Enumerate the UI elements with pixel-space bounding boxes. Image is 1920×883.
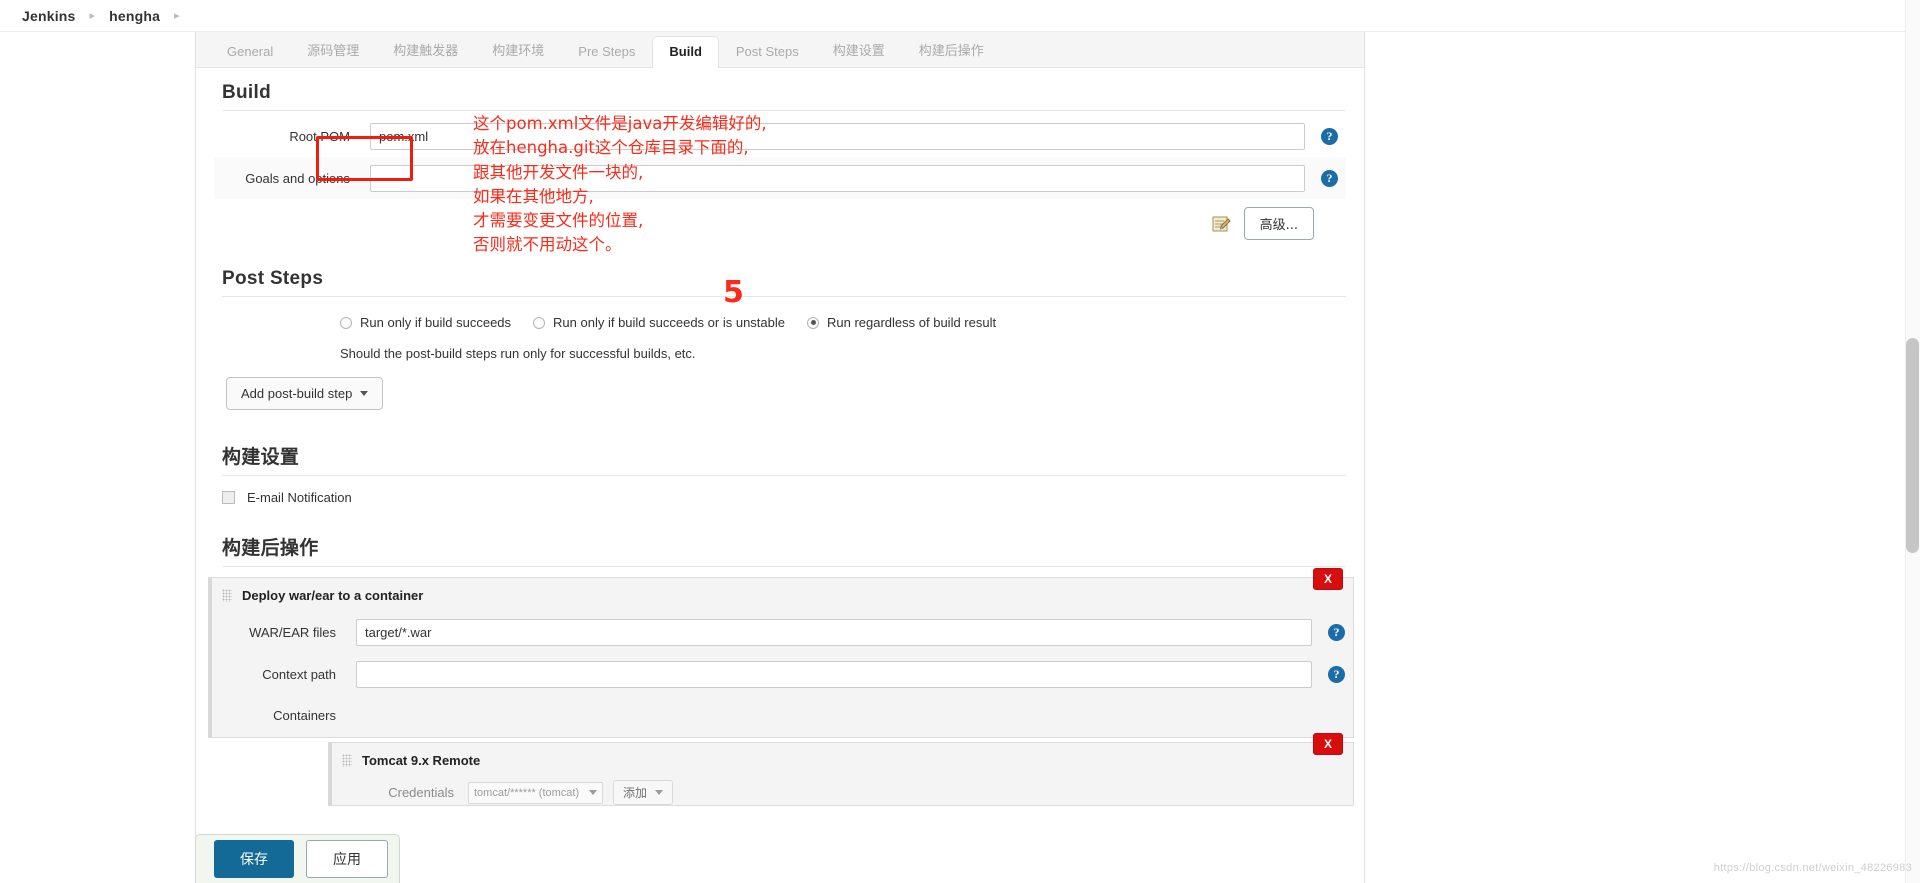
radio-label-0: Run only if build succeeds: [360, 315, 512, 330]
breadcrumb-separator-icon-2: ▸: [174, 10, 180, 22]
advanced-button[interactable]: 高级...: [1243, 207, 1314, 240]
breadcrumb: Jenkins ▸ hengha ▸: [0, 0, 1920, 32]
context-path-help-icon[interactable]: ?: [1328, 665, 1345, 683]
post-steps-section: Post Steps Run only if build succeeds Run…: [196, 254, 1364, 432]
deploy-panel-wrap: X Deploy war/ear to a container WAR/EAR …: [196, 568, 1364, 738]
credentials-select[interactable]: tomcat/****** (tomcat): [468, 781, 603, 804]
tab-build[interactable]: Build: [652, 36, 719, 68]
tab-构建环境[interactable]: 构建环境: [475, 32, 561, 68]
credentials-value: tomcat/****** (tomcat): [474, 786, 580, 799]
delete-deploy-step-button[interactable]: X: [1312, 568, 1343, 590]
deploy-panel: X Deploy war/ear to a container WAR/EAR …: [208, 568, 1354, 738]
advanced-row: 高级...: [214, 199, 1346, 254]
config-page: General 源码管理 构建触发器 构建环境 Pre Steps Build Post S…: [0, 32, 1920, 883]
root-pom-row: Root POM ?: [214, 115, 1346, 157]
post-steps-radio-item-2[interactable]: Run regardless of build result: [807, 315, 996, 330]
root-pom-label: Root POM: [289, 128, 350, 144]
post-build-actions-section: 构建后操作: [196, 523, 1364, 567]
containers-label: Containers: [273, 707, 336, 723]
containers-row: Containers: [212, 695, 1353, 737]
drag-handle-icon-container[interactable]: [342, 754, 352, 767]
build-heading: Build: [222, 82, 271, 103]
war-files-label: WAR/EAR files: [249, 624, 336, 640]
context-path-input[interactable]: [356, 660, 1312, 688]
delete-container-button[interactable]: X: [1312, 733, 1343, 755]
context-path-label: Context path: [262, 666, 336, 682]
build-settings-heading: 构建设置: [222, 446, 300, 468]
post-steps-divider: [222, 296, 1346, 297]
credentials-label: Credentials: [388, 785, 454, 800]
war-files-row: WAR/EAR files ?: [212, 611, 1353, 653]
build-settings-divider: [222, 475, 1346, 476]
radio-label-2: Run regardless of build result: [827, 315, 997, 330]
build-section: Build Root POM ? Goals and options ?: [196, 68, 1364, 254]
tab-构建触发器[interactable]: 构建触发器: [376, 32, 475, 68]
add-credentials-button[interactable]: 添加: [613, 780, 674, 805]
credentials-row: Credentials tomcat/****** (tomcat) 添加: [332, 776, 1353, 805]
tab-构建设置[interactable]: 构建设置: [816, 32, 902, 68]
tab-general[interactable]: General: [210, 36, 290, 68]
email-notification-label: E-mail Notification: [247, 490, 352, 505]
apply-button[interactable]: 应用: [306, 840, 388, 878]
tab-源码管理[interactable]: 源码管理: [290, 32, 376, 68]
radio-button-1[interactable]: [533, 316, 546, 329]
scrollbar-track[interactable]: [1905, 0, 1920, 883]
post-steps-radio-group: Run only if build succeeds Run only if bu…: [214, 301, 1346, 340]
email-notification-row: E-mail Notification: [214, 480, 1346, 523]
radio-button-0[interactable]: [340, 316, 352, 329]
goals-input[interactable]: [370, 164, 1305, 192]
war-files-help-icon[interactable]: ?: [1328, 623, 1345, 641]
tab-post-steps[interactable]: Post Steps: [719, 36, 816, 68]
goals-help-icon[interactable]: ?: [1321, 169, 1338, 187]
scrollbar-thumb[interactable]: [1906, 338, 1919, 553]
config-tabbar: General 源码管理 构建触发器 构建环境 Pre Steps Build Post S…: [196, 32, 1364, 68]
tab-pre-steps[interactable]: Pre Steps: [561, 36, 652, 68]
add-credentials-label: 添加: [623, 786, 648, 800]
notepad-icon: [1212, 215, 1232, 233]
container-panel: X Tomcat 9.x Remote Credentials tomcat/*…: [328, 733, 1354, 806]
drag-handle-icon[interactable]: [222, 589, 232, 602]
deploy-panel-title: Deploy war/ear to a container: [242, 588, 424, 603]
post-steps-heading: Post Steps: [222, 268, 324, 289]
build-divider: [222, 110, 1346, 111]
add-post-build-step-button[interactable]: Add post-build step: [226, 377, 384, 410]
breadcrumb-project[interactable]: hengha: [109, 8, 160, 24]
tab-构建后操作[interactable]: 构建后操作: [902, 32, 1001, 68]
post-build-actions-divider: [222, 566, 1346, 567]
form-action-bar: 保存 应用: [195, 834, 400, 883]
container-panel-title: Tomcat 9.x Remote: [362, 753, 481, 768]
radio-button-2[interactable]: [807, 316, 819, 329]
build-settings-section: 构建设置 E-mail Notification: [196, 432, 1364, 523]
container-panel-header: Tomcat 9.x Remote: [332, 743, 1353, 776]
post-build-actions-heading: 构建后操作: [222, 537, 319, 559]
container-panel-wrap: X Tomcat 9.x Remote Credentials tomcat/*…: [196, 733, 1364, 806]
breadcrumb-jenkins[interactable]: Jenkins: [22, 8, 76, 24]
config-form: General 源码管理 构建触发器 构建环境 Pre Steps Build Post S…: [195, 32, 1365, 883]
root-pom-help-icon[interactable]: ?: [1321, 127, 1338, 145]
post-steps-radio-item-0[interactable]: Run only if build succeeds: [340, 315, 511, 330]
post-steps-hint: Should the post-build steps run only for…: [340, 346, 696, 361]
save-button[interactable]: 保存: [214, 840, 294, 878]
email-notification-checkbox[interactable]: [222, 491, 235, 504]
war-files-input[interactable]: [356, 618, 1312, 646]
chevron-down-icon: [360, 391, 369, 396]
breadcrumb-separator-icon: ▸: [89, 10, 96, 22]
chevron-down-icon-add: [655, 790, 664, 795]
root-pom-input[interactable]: [370, 122, 1305, 150]
context-path-row: Context path ?: [212, 653, 1353, 695]
goals-label: Goals and options: [245, 170, 350, 186]
radio-label-1: Run only if build succeeds or is unstabl…: [553, 315, 785, 330]
add-post-build-step-label: Add post-build step: [241, 386, 353, 401]
chevron-down-icon-credentials: [589, 790, 597, 795]
deploy-panel-header: Deploy war/ear to a container: [212, 578, 1353, 611]
watermark: https://blog.csdn.net/weixin_48226983: [1713, 862, 1912, 874]
post-steps-radio-item-1[interactable]: Run only if build succeeds or is unstabl…: [533, 315, 785, 330]
goals-row: Goals and options ?: [214, 157, 1346, 199]
